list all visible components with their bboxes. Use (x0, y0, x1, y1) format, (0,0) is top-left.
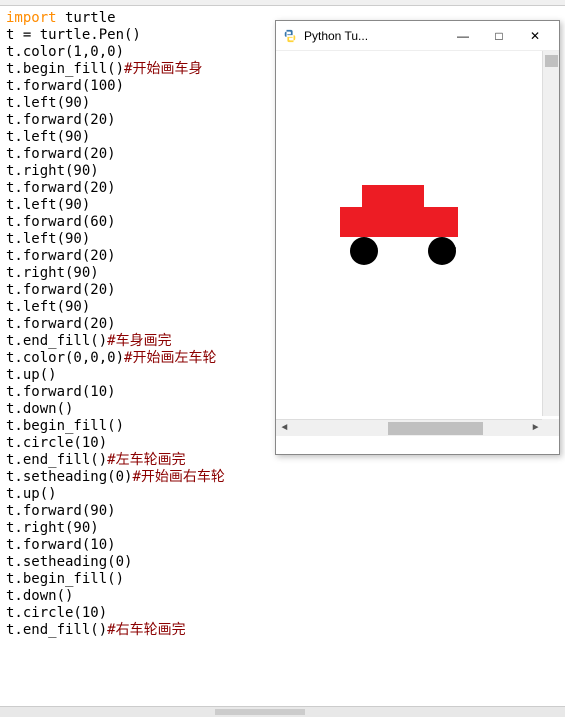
horizontal-scroll-track[interactable] (293, 420, 527, 437)
code-token: t.begin_fill() (6, 571, 124, 587)
code-token: t = turtle.Pen() (6, 27, 141, 43)
code-line: t.forward(90) (6, 503, 559, 520)
code-line: t.circle(10) (6, 605, 559, 622)
code-token: #开始画右车轮 (132, 469, 224, 485)
code-token: t.right(90) (6, 520, 99, 536)
horizontal-scrollbar[interactable]: ◄ ► (276, 419, 544, 436)
code-token: t.end_fill() (6, 452, 107, 468)
code-token: t.forward(20) (6, 316, 116, 332)
code-token: t.forward(20) (6, 282, 116, 298)
code-token: t.down() (6, 401, 73, 417)
minimize-button[interactable]: — (445, 22, 481, 50)
code-token: t.up() (6, 486, 57, 502)
code-token: t.circle(10) (6, 605, 107, 621)
code-token: t.color(1,0,0) (6, 44, 124, 60)
code-token: t.right(90) (6, 163, 99, 179)
vertical-scrollbar[interactable] (542, 51, 559, 416)
code-token: #开始画车身 (124, 61, 202, 77)
code-token: #左车轮画完 (107, 452, 185, 468)
code-line: t.end_fill()#右车轮画完 (6, 622, 559, 639)
code-token: t.circle(10) (6, 435, 107, 451)
code-token: t.setheading(0) (6, 554, 132, 570)
code-token: t.forward(20) (6, 180, 116, 196)
scroll-left-arrow-icon[interactable]: ◄ (276, 420, 293, 437)
code-line: t.up() (6, 486, 559, 503)
code-token: t.forward(100) (6, 78, 124, 94)
horizontal-scroll-thumb[interactable] (388, 422, 483, 435)
code-token: t.left(90) (6, 95, 90, 111)
code-token: t.forward(20) (6, 248, 116, 264)
code-token: t.setheading(0) (6, 469, 132, 485)
code-token: t.right(90) (6, 265, 99, 281)
car-left-wheel (350, 237, 378, 265)
python-icon (282, 28, 298, 44)
code-line: t.setheading(0) (6, 554, 559, 571)
code-token: t.end_fill() (6, 622, 107, 638)
vertical-scroll-thumb[interactable] (545, 55, 558, 67)
code-token: t.forward(10) (6, 537, 116, 553)
code-token: t.forward(60) (6, 214, 116, 230)
code-token: t.down() (6, 588, 73, 604)
maximize-button[interactable]: □ (481, 22, 517, 50)
close-button[interactable]: ✕ (517, 22, 553, 50)
code-token: import (6, 10, 57, 26)
code-token: t.begin_fill() (6, 418, 124, 434)
turtle-output-window: Python Tu... — □ ✕ ◄ ► (275, 20, 560, 455)
code-token: t.begin_fill() (6, 61, 124, 77)
code-token: t.left(90) (6, 231, 90, 247)
car-body-shape (340, 207, 458, 237)
code-token: t.left(90) (6, 129, 90, 145)
code-token: t.end_fill() (6, 333, 107, 349)
code-token: t.color(0,0,0) (6, 350, 124, 366)
code-token: t.up() (6, 367, 57, 383)
code-line: t.forward(10) (6, 537, 559, 554)
scroll-corner (542, 419, 559, 436)
code-token: #开始画左车轮 (124, 350, 216, 366)
code-token: t.forward(90) (6, 503, 116, 519)
code-token: t.left(90) (6, 299, 90, 315)
code-token: #车身画完 (107, 333, 171, 349)
code-token: t.forward(20) (6, 112, 116, 128)
car-cabin-shape (362, 185, 424, 207)
code-token: t.left(90) (6, 197, 90, 213)
code-line: t.begin_fill() (6, 571, 559, 588)
window-title: Python Tu... (304, 29, 445, 43)
code-token: t.forward(10) (6, 384, 116, 400)
turtle-canvas-container: ◄ ► (276, 51, 559, 436)
code-line: t.right(90) (6, 520, 559, 537)
code-line: t.down() (6, 588, 559, 605)
code-line: t.setheading(0)#开始画右车轮 (6, 469, 559, 486)
code-token: turtle (57, 10, 116, 26)
window-title-bar[interactable]: Python Tu... — □ ✕ (276, 21, 559, 51)
status-bar-fragment (215, 709, 305, 715)
turtle-canvas (280, 55, 538, 415)
code-token: t.forward(20) (6, 146, 116, 162)
code-token: #右车轮画完 (107, 622, 185, 638)
ide-status-bar (0, 706, 565, 717)
